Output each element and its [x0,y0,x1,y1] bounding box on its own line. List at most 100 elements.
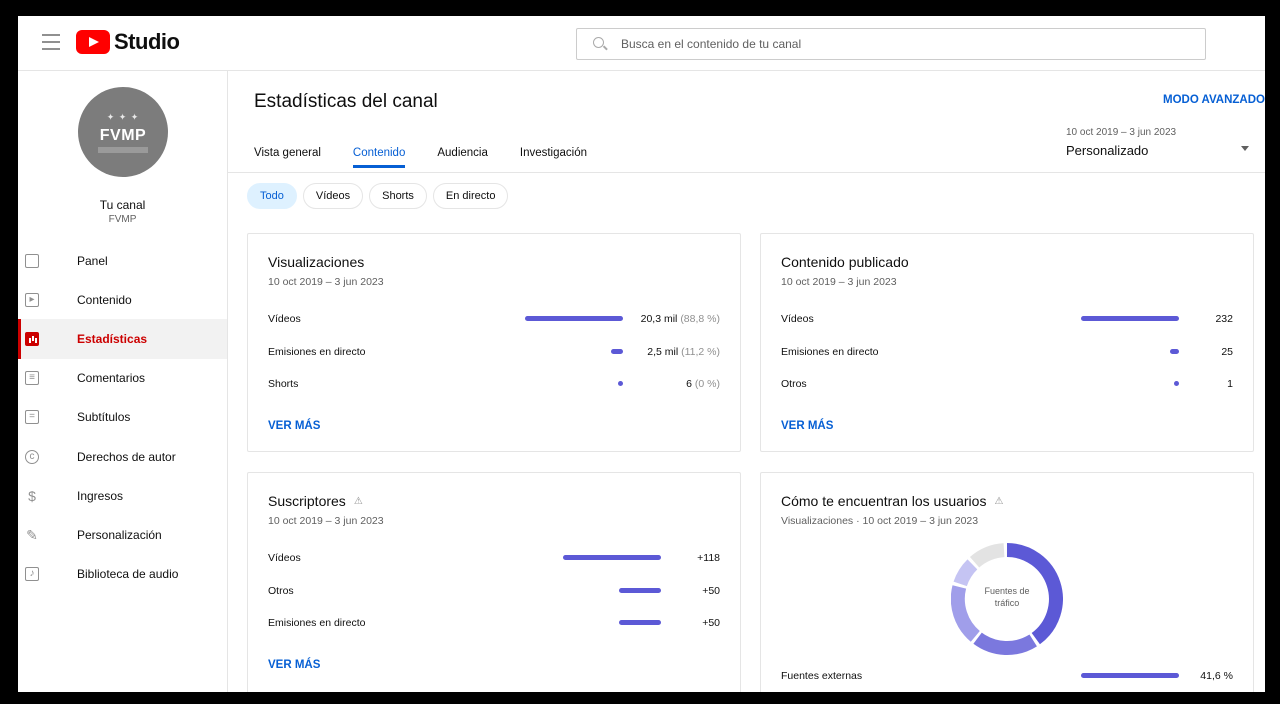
tab-contenido[interactable]: Contenido [352,147,406,168]
row-bar [563,555,661,560]
search-icon[interactable] [593,37,607,51]
subscribers-card: Suscriptores ⚠ 10 oct 2019 – 3 jun 2023 V… [247,472,741,692]
sidebar-item-contenido[interactable]: ▸ Contenido [18,280,227,319]
table-row[interactable]: Vídeos 20,3 mil (88,8 %) [268,312,720,345]
copyright-icon: c [25,449,39,464]
top-bar: Studio [18,16,1265,71]
search-input[interactable] [619,36,1205,52]
dashboard-icon [25,253,39,268]
see-more-link[interactable]: VER MÁS [268,420,320,432]
subtitles-icon: = [25,410,39,425]
sidebar-item-subtitulos[interactable]: = Subtítulos [18,398,227,437]
sidebar-item-derechos[interactable]: c Derechos de autor [18,437,227,476]
chip-todo[interactable]: Todo [247,183,297,209]
sidebar-item-biblioteca[interactable]: ♪ Biblioteca de audio [18,555,227,594]
channel-avatar[interactable]: ✦ ✦ ✦ FVMP [78,87,168,177]
sidebar-item-label: Contenido [77,292,132,307]
row-label: Shorts [268,378,299,390]
row-label: Emisiones en directo [781,345,879,358]
subscribers-rows: Vídeos +118 Otros +50 Emisiones en direc… [268,551,720,649]
sidebar-item-label: Biblioteca de audio [77,567,179,582]
row-value: 232 [1215,313,1233,325]
comments-icon: ≡ [25,371,39,386]
traffic-donut-chart[interactable]: Fuentes de tráfico [950,543,1063,655]
channel-title: Tu canal [99,198,146,212]
row-label: Vídeos [268,552,301,564]
see-more-link[interactable]: VER MÁS [268,659,320,671]
row-bar [1081,673,1179,678]
tabs-divider [228,172,1265,173]
tab-investigacion[interactable]: Investigación [520,147,587,168]
studio-window: Studio ✦ ✦ ✦ FVMP Tu canal FVMP Panel ▸ … [18,16,1265,692]
date-preset-text[interactable]: Personalizado [1066,143,1148,158]
sidebar-item-label: Subtítulos [77,410,131,425]
traffic-rows: Fuentes externas 41,6 % [781,669,1233,692]
row-bar [619,620,661,625]
views-rows: Vídeos 20,3 mil (88,8 %) Emisiones en di… [268,312,720,410]
chip-en-directo[interactable]: En directo [432,183,509,209]
row-value: +50 [702,584,720,597]
tab-vista-general[interactable]: Vista general [254,147,321,168]
row-bar [1170,348,1179,354]
table-row[interactable]: Fuentes externas 41,6 % [781,669,1233,692]
content-icon: ▸ [25,292,39,307]
sidebar: ✦ ✦ ✦ FVMP Tu canal FVMP Panel ▸ Conteni… [18,71,228,692]
logo-text: Studio [114,29,180,54]
row-label: Emisiones en directo [268,617,366,629]
table-row[interactable]: Vídeos 232 [781,312,1233,345]
sidebar-item-label: Comentarios [77,371,146,386]
audio-library-icon: ♪ [25,567,39,582]
row-label: Emisiones en directo [268,345,366,358]
card-title: Contenido publicado [781,254,909,270]
card-subtitle: 10 oct 2019 – 3 jun 2023 [268,515,384,527]
sidebar-item-personalizacion[interactable]: ✎ Personalización [18,515,227,554]
date-range-text[interactable]: 10 oct 2019 – 3 jun 2023 [1066,127,1176,138]
table-row[interactable]: Vídeos +118 [268,551,720,584]
row-bar [618,381,623,386]
warning-icon[interactable]: ⚠ [354,496,363,507]
table-row[interactable]: Shorts 6 (0 %) [268,377,720,410]
row-bar [525,316,623,321]
sidebar-item-ingresos[interactable]: $ Ingresos [18,476,227,515]
chip-videos[interactable]: Vídeos [302,183,364,209]
sidebar-item-comentarios[interactable]: ≡ Comentarios [18,359,227,398]
table-row[interactable]: Emisiones en directo 25 [781,345,1233,378]
table-row[interactable]: Emisiones en directo +50 [268,616,720,649]
hamburger-menu-icon[interactable] [42,34,60,50]
chip-shorts[interactable]: Shorts [369,183,427,209]
card-subtitle: 10 oct 2019 – 3 jun 2023 [268,276,384,288]
published-card: Contenido publicado 10 oct 2019 – 3 jun … [760,233,1254,452]
customization-icon: ✎ [26,526,38,543]
row-value: 2,5 mil (11,2 %) [647,345,720,358]
tab-audiencia[interactable]: Audiencia [437,147,488,168]
sidebar-item-label: Derechos de autor [77,449,176,464]
card-subtitle: Visualizaciones · 10 oct 2019 – 3 jun 20… [781,515,979,527]
table-row[interactable]: Emisiones en directo 2,5 mil (11,2 %) [268,345,720,378]
row-label: Otros [781,378,807,390]
see-more-link[interactable]: VER MÁS [781,420,833,432]
card-title: Cómo te encuentran los usuarios ⚠ [781,493,1004,509]
sidebar-item-estadisticas[interactable]: Estadísticas [18,319,227,359]
sidebar-item-panel[interactable]: Panel [18,241,227,280]
sidebar-item-label: Estadísticas [77,331,148,346]
row-value: 25 [1221,345,1233,358]
studio-logo[interactable]: Studio [76,29,180,55]
donut-segment-2 [973,632,1037,655]
main-content: Estadísticas del canal MODO AVANZADO 10 … [228,71,1265,692]
warning-icon[interactable]: ⚠ [994,496,1003,507]
card-subtitle: 10 oct 2019 – 3 jun 2023 [781,276,897,288]
youtube-play-icon [76,30,110,54]
table-row[interactable]: Otros 1 [781,377,1233,410]
card-title: Visualizaciones [268,254,365,270]
advanced-mode-link[interactable]: MODO AVANZADO [1163,94,1265,106]
avatar-stars-icon: ✦ ✦ ✦ [106,111,140,122]
views-card: Visualizaciones 10 oct 2019 – 3 jun 2023… [247,233,741,452]
search-box[interactable] [576,28,1206,60]
table-row[interactable]: Otros +50 [268,584,720,617]
row-value: 1 [1227,378,1233,390]
row-label: Otros [268,584,294,597]
chevron-down-icon[interactable] [1241,146,1249,151]
published-rows: Vídeos 232 Emisiones en directo 25 Otros… [781,312,1233,410]
sidebar-item-label: Ingresos [77,488,124,503]
row-label: Vídeos [268,313,301,325]
